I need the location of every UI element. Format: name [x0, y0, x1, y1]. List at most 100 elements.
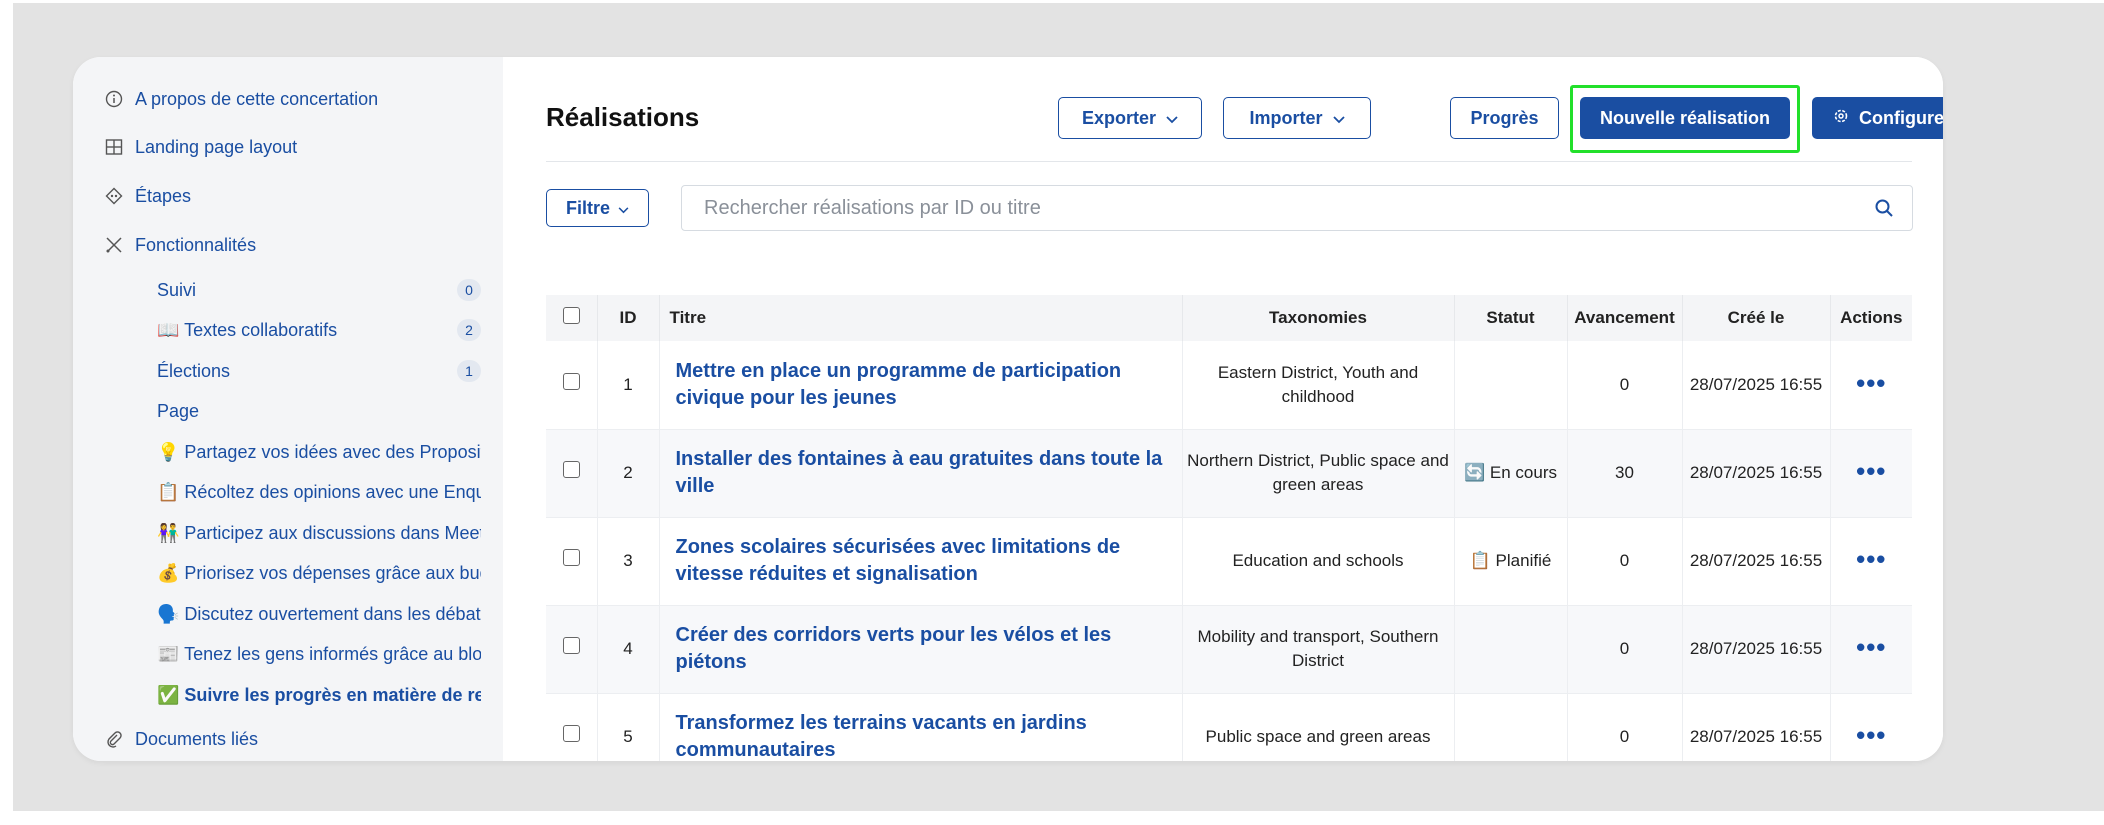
sidebar-item-steps[interactable]: Étapes — [103, 180, 191, 212]
filter-label: Filtre — [565, 197, 610, 218]
column-header-actions: Actions — [1830, 295, 1912, 341]
feature-item-suivi[interactable]: Suivi 0 — [157, 275, 481, 305]
feature-label: 💡 Partagez vos idées avec des Propositic — [157, 441, 481, 462]
header-divider — [546, 161, 1912, 162]
feature-item-accountability[interactable]: ✅ Suivre les progrès en matière de resp — [157, 680, 481, 710]
row-title-link[interactable]: Créer des corridors verts pour les vélos… — [659, 605, 1183, 694]
feature-item-survey[interactable]: 📋 Récoltez des opinions avec une Enquê — [157, 477, 481, 507]
sidebar-item-features[interactable]: Fonctionnalités — [103, 229, 256, 261]
steps-icon — [103, 185, 125, 207]
row-checkbox[interactable] — [562, 637, 580, 654]
column-header-status[interactable]: Statut — [1454, 295, 1568, 341]
row-title-link[interactable]: Installer des fontaines à eau gratuites … — [659, 429, 1183, 518]
more-actions-icon[interactable]: ••• — [1856, 720, 1886, 750]
more-actions-icon[interactable]: ••• — [1856, 368, 1886, 398]
row-taxonomies: Education and schools — [1182, 517, 1455, 606]
feature-label: 📋 Récoltez des opinions avec une Enquê — [157, 481, 481, 502]
feature-label: 👫 Participez aux discussions dans Meetir — [157, 522, 481, 543]
admin-card: A propos de cette concertation Landing p… — [73, 57, 1943, 761]
row-progress: 0 — [1567, 605, 1683, 694]
row-title-link[interactable]: Mettre en place un programme de particip… — [659, 341, 1183, 430]
progress-button[interactable]: Progrès — [1450, 97, 1559, 139]
page-title: Réalisations — [546, 102, 700, 132]
row-progress: 30 — [1567, 429, 1683, 518]
search-icon[interactable] — [1874, 198, 1894, 224]
row-checkbox[interactable] — [562, 372, 580, 390]
import-label: Importer — [1249, 107, 1323, 128]
column-header-id[interactable]: ID — [597, 295, 660, 341]
table-row: 2 Installer des fontaines à eau gratuite… — [546, 429, 1912, 518]
feature-item-budgets[interactable]: 💰 Priorisez vos dépenses grâce aux budg — [157, 558, 481, 588]
configure-button[interactable]: Configurer — [1812, 97, 1943, 139]
configure-label: Configurer — [1859, 107, 1943, 128]
more-actions-icon[interactable]: ••• — [1856, 632, 1886, 662]
feature-label: ✅ Suivre les progrès en matière de resp — [157, 684, 481, 705]
import-button[interactable]: Importer — [1223, 97, 1371, 139]
feature-label: Page — [157, 400, 200, 421]
column-header-taxonomies: Taxonomies — [1182, 295, 1455, 341]
new-result-button[interactable]: Nouvelle réalisation — [1580, 97, 1790, 139]
sidebar-item-label: Étapes — [135, 185, 192, 206]
search-placeholder: Rechercher réalisations par ID ou titre — [704, 196, 1041, 219]
export-button[interactable]: Exporter — [1058, 97, 1202, 139]
results-table: ID Titre Taxonomies Statut Avancement Cr… — [546, 295, 1912, 761]
feature-item-meetings[interactable]: 👫 Participez aux discussions dans Meetir — [157, 518, 481, 548]
row-actions-cell: ••• — [1830, 693, 1912, 761]
row-actions-cell: ••• — [1830, 429, 1912, 518]
row-checkbox[interactable] — [562, 549, 580, 566]
row-progress: 0 — [1567, 517, 1683, 606]
select-all-cell — [546, 295, 598, 341]
column-header-created[interactable]: Créé le — [1682, 295, 1831, 341]
progress-label: Progrès — [1470, 107, 1539, 128]
table-row: 4 Créer des corridors verts pour les vél… — [546, 605, 1912, 694]
row-actions-cell: ••• — [1830, 517, 1912, 606]
paperclip-icon — [103, 728, 125, 750]
row-checkbox[interactable] — [562, 461, 580, 478]
more-actions-icon[interactable]: ••• — [1856, 544, 1886, 574]
feature-item-blog[interactable]: 📰 Tenez les gens informés grâce au blog — [157, 639, 481, 669]
row-progress: 0 — [1567, 693, 1683, 761]
table-row: 5 Transformez les terrains vacants en ja… — [546, 693, 1912, 761]
export-label: Exporter — [1081, 107, 1157, 128]
row-status — [1454, 341, 1568, 430]
feature-item-collaborative-texts[interactable]: 📖 Textes collaboratifs 2 — [157, 315, 481, 345]
row-progress: 0 — [1567, 341, 1683, 430]
column-header-progress[interactable]: Avancement — [1567, 295, 1683, 341]
project-sidebar: A propos de cette concertation Landing p… — [73, 57, 503, 761]
row-status: 📋 Planifié — [1454, 517, 1568, 606]
sidebar-item-label: Landing page layout — [135, 136, 298, 157]
sidebar-item-about[interactable]: A propos de cette concertation — [103, 83, 378, 115]
row-created: 28/07/2025 16:55 — [1682, 341, 1831, 430]
row-title-link[interactable]: Zones scolaires sécurisées avec limitati… — [659, 517, 1183, 606]
gear-icon — [1833, 108, 1849, 129]
table-row: 3 Zones scolaires sécurisées avec limita… — [546, 517, 1912, 606]
column-header-title[interactable]: Titre — [659, 295, 1183, 341]
more-actions-icon[interactable]: ••• — [1856, 456, 1886, 486]
feature-item-debates[interactable]: 🗣️ Discutez ouvertement dans les débats — [157, 599, 481, 629]
feature-item-proposals[interactable]: 💡 Partagez vos idées avec des Propositic — [157, 437, 481, 467]
feature-label: 🗣️ Discutez ouvertement dans les débats — [157, 603, 481, 624]
row-created: 28/07/2025 16:55 — [1682, 605, 1831, 694]
row-id: 2 — [597, 429, 660, 518]
sidebar-item-documents[interactable]: Documents liés — [103, 723, 258, 755]
row-title-link[interactable]: Transformez les terrains vacants en jard… — [659, 693, 1183, 761]
main-content: Réalisations Exporter Importer Progrès N… — [503, 57, 1943, 761]
row-status: 🔄 En cours — [1454, 429, 1568, 518]
feature-item-elections[interactable]: Élections 1 — [157, 356, 481, 386]
feature-label: 📖 Textes collaboratifs — [157, 319, 338, 340]
row-status — [1454, 693, 1568, 761]
sidebar-item-label: A propos de cette concertation — [135, 88, 379, 109]
row-select-cell — [546, 605, 598, 694]
sidebar-item-landing-layout[interactable]: Landing page layout — [103, 131, 297, 163]
row-select-cell — [546, 429, 598, 518]
select-all-checkbox[interactable] — [562, 307, 580, 324]
search-input[interactable]: Rechercher réalisations par ID ou titre — [681, 185, 1913, 231]
filter-button[interactable]: Filtre — [546, 189, 649, 227]
feature-item-page[interactable]: Page — [157, 396, 481, 426]
row-checkbox[interactable] — [562, 725, 580, 742]
chevron-down-icon — [1332, 108, 1345, 129]
row-id: 1 — [597, 341, 660, 430]
count-badge: 0 — [457, 279, 481, 301]
chevron-down-icon — [1166, 108, 1178, 129]
row-actions-cell: ••• — [1830, 341, 1912, 430]
